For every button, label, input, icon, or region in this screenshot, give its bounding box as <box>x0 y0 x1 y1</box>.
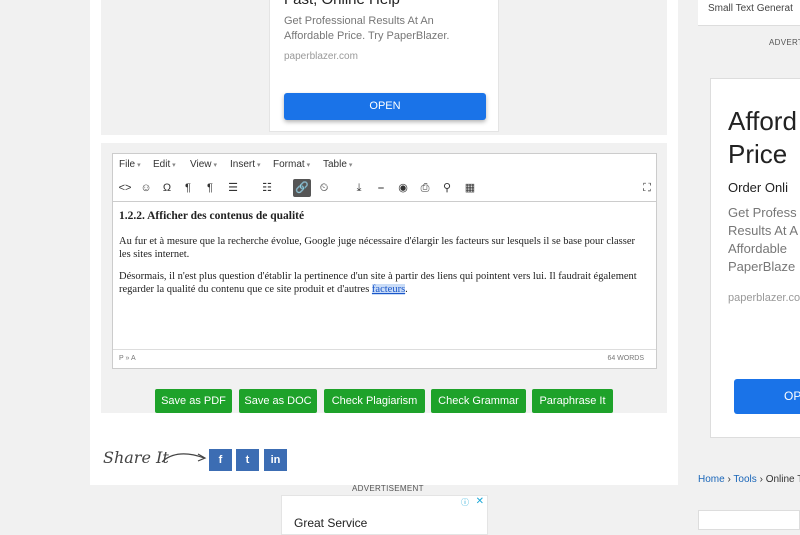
editor-toolbar: <> ☺ Ω ¶ ¶ ☰ ☷ 🔗 ⏲ ⤓ ⎯ ◉ ⎙ ⚲ ▦ ⛶ <box>113 177 656 202</box>
sidebar-ad[interactable]: Afford Price Order Onli Get Profess Resu… <box>710 78 800 438</box>
menu-edit[interactable]: Edit <box>153 159 176 170</box>
breadcrumb-home[interactable]: Home <box>698 474 725 485</box>
fullscreen-icon[interactable]: ⛶ <box>638 179 656 197</box>
bullet-list-icon[interactable]: ☷ <box>258 179 276 197</box>
selected-link[interactable]: facteurs <box>371 284 406 295</box>
top-ad[interactable]: Fast, Online Help Get Professional Resul… <box>269 0 499 132</box>
source-code-icon[interactable]: <> <box>116 179 134 197</box>
word-count: 64 WORDS <box>607 355 644 362</box>
ltr-icon[interactable]: ¶ <box>179 179 197 197</box>
top-ad-url: paperblazer.com <box>284 51 358 62</box>
paragraph-2-end: . <box>405 284 408 295</box>
preview-icon[interactable]: ◉ <box>394 179 412 197</box>
bottom-ad-headline: Great Service <box>294 516 368 530</box>
breadcrumb-separator: › <box>727 474 731 485</box>
paraphrase-button[interactable]: Paraphrase It <box>532 389 613 413</box>
menu-file[interactable]: File <box>119 159 141 170</box>
advertisement-label: ADVERTISEMENT <box>352 484 424 493</box>
menu-format[interactable]: Format <box>273 159 310 170</box>
numbered-list-icon[interactable]: ☰ <box>224 179 242 197</box>
content-heading: 1.2.2. Afficher des contenus de qualité <box>119 210 305 222</box>
menu-table[interactable]: Table <box>323 159 352 170</box>
menu-insert[interactable]: Insert <box>230 159 260 170</box>
top-ad-headline: Fast, Online Help <box>284 0 400 8</box>
rich-text-editor[interactable]: File Edit View Insert Format Table <> ☺ … <box>112 153 657 369</box>
editor-content[interactable]: 1.2.2. Afficher des contenus de qualité … <box>119 210 644 305</box>
menu-view[interactable]: View <box>190 159 217 170</box>
special-char-icon[interactable]: Ω <box>158 179 176 197</box>
sidebar-tool-item[interactable]: Small Text Generat <box>698 0 800 26</box>
check-plagiarism-button[interactable]: Check Plagiarism <box>324 389 425 413</box>
breadcrumb: Home › Tools › Online To <box>698 474 800 485</box>
facebook-share-button[interactable]: f <box>209 449 232 471</box>
sidebar-ad-open-button[interactable]: OP <box>734 379 800 414</box>
emoticon-icon[interactable]: ☺ <box>137 179 155 197</box>
share-label: Share It <box>103 448 169 467</box>
insert-icon[interactable]: ⤓ <box>350 179 368 197</box>
ad-close-icon[interactable]: ✕ <box>476 496 484 507</box>
top-ad-open-button[interactable]: OPEN <box>284 93 486 120</box>
content-paragraph-2: Désormais, il n'est plus question d'étab… <box>119 270 644 296</box>
content-paragraph-1: Au fur et à mesure que la recherche évol… <box>119 236 635 260</box>
save-pdf-button[interactable]: Save as PDF <box>155 389 232 413</box>
twitter-share-button[interactable]: t <box>236 449 259 471</box>
sidebar-bottom-card <box>698 510 800 530</box>
rtl-icon[interactable]: ¶ <box>201 179 219 197</box>
sidebar-ad-headline: Afford Price <box>728 106 797 169</box>
editor-menubar: File Edit View Insert Format Table <box>113 154 656 175</box>
linkedin-share-button[interactable]: in <box>264 449 287 471</box>
breadcrumb-tools[interactable]: Tools <box>733 474 756 485</box>
breadcrumb-current: Online To <box>765 474 800 485</box>
share-arrow-icon <box>161 453 207 463</box>
sidebar-ad-description: Get Profess Results At A Affordable Pape… <box>728 205 799 274</box>
save-doc-button[interactable]: Save as DOC <box>239 389 317 413</box>
link-icon[interactable]: 🔗 <box>293 179 311 197</box>
bottom-ad[interactable]: ⓘ ✕ Great Service <box>281 495 488 535</box>
element-path: P » A <box>119 355 136 362</box>
editor-statusbar: P » A 64 WORDS <box>113 349 656 368</box>
breadcrumb-separator: › <box>759 474 763 485</box>
find-icon[interactable]: ⚲ <box>438 179 456 197</box>
ad-info-icon[interactable]: ⓘ <box>461 497 471 507</box>
sidebar-advertisement-label: ADVERT <box>769 38 800 47</box>
page-break-icon[interactable]: ⎯ <box>372 179 390 197</box>
top-ad-description: Get Professional Results At An Affordabl… <box>284 15 450 42</box>
clock-icon[interactable]: ⏲ <box>315 179 333 197</box>
sidebar-tool-link[interactable]: Small Text Generat <box>708 3 793 14</box>
table-icon[interactable]: ▦ <box>461 179 479 197</box>
print-icon[interactable]: ⎙ <box>416 179 434 197</box>
check-grammar-button[interactable]: Check Grammar <box>431 389 526 413</box>
sidebar-ad-url: paperblazer.com <box>728 292 800 304</box>
sidebar-ad-subheadline: Order Onli <box>728 180 788 195</box>
